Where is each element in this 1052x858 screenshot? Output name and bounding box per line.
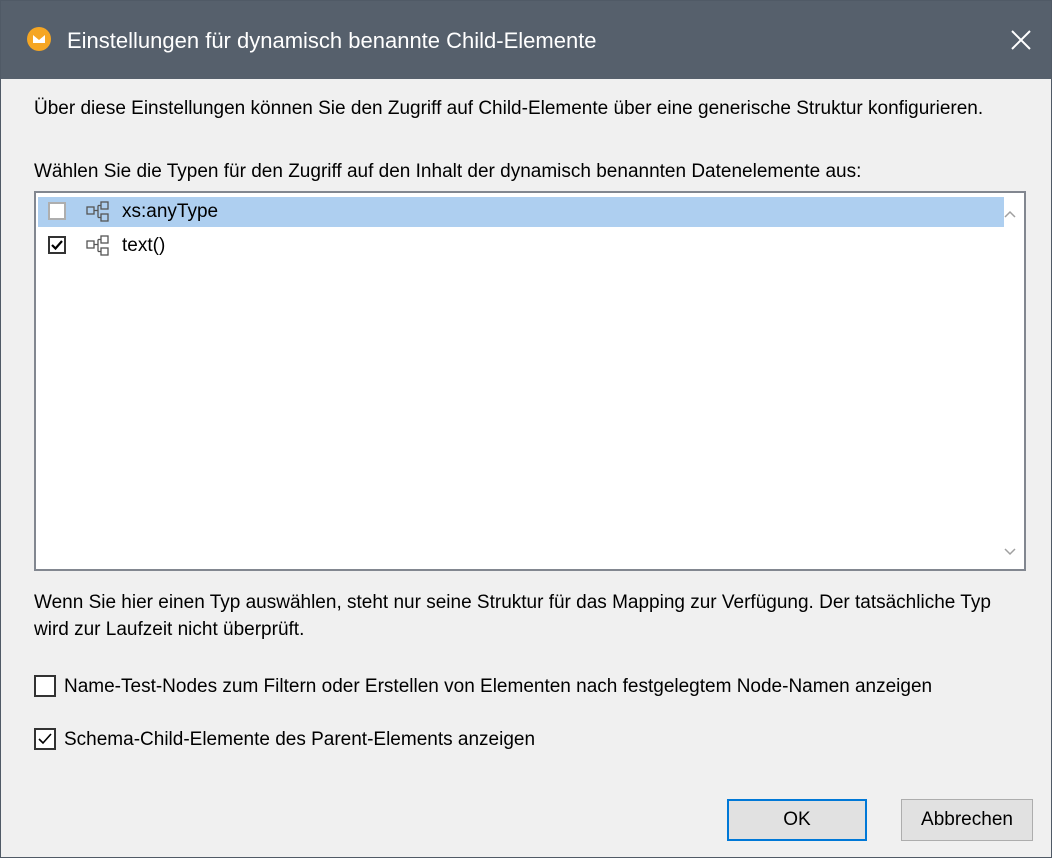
ok-button[interactable]: OK [727, 799, 867, 841]
close-icon [1011, 30, 1031, 50]
type-label: text() [122, 235, 166, 256]
type-note: Wenn Sie hier einen Typ auswählen, steht… [34, 592, 991, 640]
checkmark-icon [38, 733, 52, 745]
element-tree-icon [86, 201, 109, 222]
dialog-title: Einstellungen für dynamisch benannte Chi… [67, 28, 597, 53]
type-label: xs:anyType [122, 201, 219, 222]
checkmark-icon [51, 240, 63, 251]
types-listbox[interactable]: xs:anyType text() [34, 191, 1026, 571]
name-test-nodes-label: Name-Test-Nodes zum Filtern oder Erstell… [64, 676, 933, 697]
choose-types-label: Wählen Sie die Typen für den Zugriff auf… [34, 161, 862, 182]
scroll-up-icon[interactable] [1002, 207, 1018, 223]
element-tree-icon [86, 235, 109, 256]
name-test-nodes-checkbox[interactable] [34, 675, 56, 697]
title-bar: Einstellungen für dynamisch benannte Chi… [1, 1, 1051, 79]
schema-child-elements-label: Schema-Child-Elemente des Parent-Element… [64, 729, 536, 750]
type-checkbox[interactable] [48, 236, 66, 254]
intro-text: Über diese Einstellungen können Sie den … [34, 98, 984, 119]
app-icon [27, 27, 51, 51]
dialog-window: Einstellungen für dynamisch benannte Chi… [0, 0, 1052, 858]
schema-child-elements-checkbox[interactable] [34, 728, 56, 750]
type-checkbox[interactable] [48, 202, 66, 220]
list-item[interactable]: text() [38, 231, 1004, 261]
list-item[interactable]: xs:anyType [38, 197, 1004, 227]
scroll-down-icon[interactable] [1002, 543, 1018, 559]
close-button[interactable] [991, 1, 1051, 79]
cancel-button[interactable]: Abbrechen [901, 799, 1033, 841]
